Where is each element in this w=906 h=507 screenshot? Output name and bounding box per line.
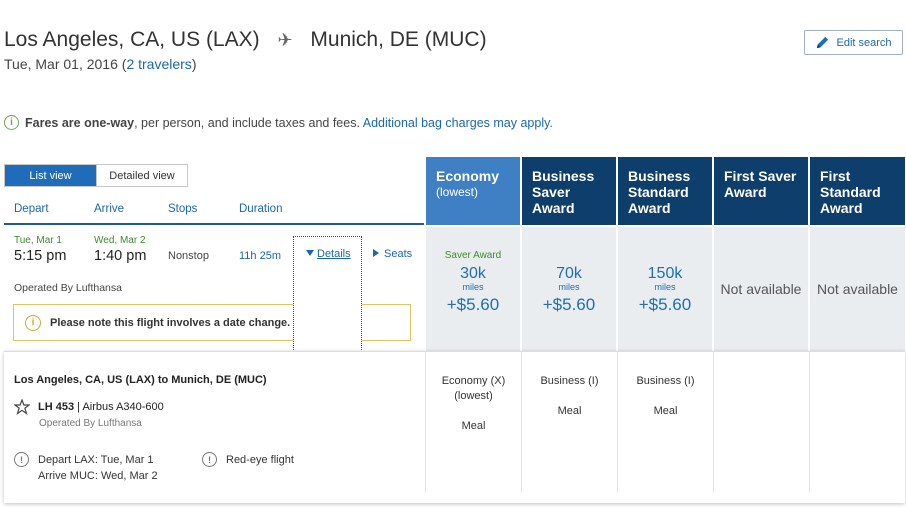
meal-economy: Meal (461, 420, 486, 432)
sort-stops[interactable]: Stops (168, 203, 197, 215)
fare-unit: miles (558, 282, 580, 292)
sort-duration[interactable]: Duration (239, 203, 282, 215)
fare-miles: 70k (556, 265, 582, 282)
cabin-name: Economy (X) (441, 375, 506, 387)
sort-arrive[interactable]: Arrive (94, 203, 124, 215)
view-toggle: List view Detailed view (4, 164, 188, 187)
meal-business-saver: Meal (557, 405, 582, 417)
seats-label: Seats (384, 248, 413, 260)
caret-right-icon (373, 249, 379, 257)
info-icon: i (4, 115, 19, 130)
depart-time: 5:15 pm (14, 248, 67, 264)
alert-icon: ! (202, 452, 217, 467)
fare-info-text: , per person, and include taxes and fees… (134, 115, 360, 130)
fare-cell-business-standard[interactable]: 150k miles +$5.60 (618, 227, 712, 351)
details-route: Los Angeles, CA, US (LAX) to Munich, DE … (14, 374, 267, 386)
alert-icon: ! (14, 452, 29, 467)
arrive-line: Arrive MUC: Wed, Mar 2 (38, 470, 158, 482)
fare-header-title: First Saver Award (724, 168, 797, 200)
fare-miles: 150k (647, 265, 683, 282)
panel-divider (713, 352, 714, 492)
redeye-text: Red-eye flight (226, 454, 294, 466)
panel-divider (809, 352, 810, 492)
airplane-icon: ✈ (277, 30, 293, 50)
redeye-note: ! Red-eye flight (202, 452, 294, 468)
fare-unit: miles (462, 282, 484, 292)
fare-header-title: Business Saver Award (532, 168, 595, 216)
details-label: Details (317, 248, 351, 260)
fare-unit: miles (654, 282, 676, 292)
fare-info-line: i Fares are one-way, per person, and inc… (4, 115, 553, 130)
date-change-text: Please note this flight involves a date … (50, 316, 291, 329)
star-alliance-icon (14, 399, 30, 415)
cabin-business-standard: Business (I) (636, 375, 695, 387)
detailed-view-tab[interactable]: Detailed view (96, 165, 187, 186)
cabin-business-saver: Business (I) (540, 375, 599, 387)
fare-header-business-saver[interactable]: Business Saver Award (522, 157, 616, 225)
header-divider (4, 223, 424, 225)
panel-divider (617, 352, 618, 492)
fare-header-first-saver[interactable]: First Saver Award (714, 157, 808, 225)
meal-business-standard: Meal (653, 405, 678, 417)
fare-header-business-standard[interactable]: Business Standard Award (618, 157, 712, 225)
origin-label: Los Angeles, CA, US (LAX) (4, 28, 260, 51)
stops-value: Nonstop (168, 250, 209, 262)
bag-charges-link[interactable]: Additional bag charges may apply. (363, 116, 553, 130)
fare-info-bold: Fares are one-way (25, 115, 135, 130)
flight-number: LH 453 (38, 401, 75, 413)
fare-tax: +$5.60 (638, 295, 692, 314)
trip-subline: Tue, Mar 01, 2016 (2 travelers) (4, 56, 197, 72)
route-title: Los Angeles, CA, US (LAX) ✈ Munich, DE (… (4, 28, 487, 52)
operated-by: Operated By Lufthansa (14, 282, 122, 294)
fare-miles: 30k (460, 265, 486, 282)
edit-search-label: Edit search (836, 36, 892, 49)
travel-date: Tue, Mar 01, 2016 (4, 56, 118, 72)
fare-tax: +$5.60 (446, 295, 500, 314)
saver-award-label: Saver Award (444, 250, 502, 261)
panel-divider (521, 352, 522, 492)
depart-date: Tue, Mar 1 (14, 235, 62, 246)
seats-toggle[interactable]: Seats (373, 248, 412, 260)
edit-search-button[interactable]: Edit search (804, 30, 903, 55)
fare-cell-business-saver[interactable]: 70k miles +$5.60 (522, 227, 616, 351)
caret-down-icon (306, 250, 314, 256)
fare-cell-first-standard: Not available (810, 227, 905, 351)
pencil-icon (817, 36, 829, 49)
depart-line: Depart LAX: Tue, Mar 1 (38, 454, 154, 466)
arrive-time: 1:40 pm (94, 248, 147, 264)
destination-label: Munich, DE (MUC) (310, 28, 487, 51)
fare-header-first-standard[interactable]: First Standard Award (810, 157, 905, 225)
fare-header-title: Business Standard Award (628, 168, 691, 216)
fare-tax: +$5.60 (542, 295, 596, 314)
aircraft: | Airbus A340-600 (77, 401, 164, 413)
schedule-note: ! Depart LAX: Tue, Mar 1 Arrive MUC: Wed… (14, 452, 158, 484)
list-view-tab[interactable]: List view (5, 165, 96, 186)
fare-cell-economy[interactable]: Saver Award 30k miles +$5.60 (426, 227, 520, 351)
details-toggle[interactable]: Details (306, 248, 351, 260)
fare-header-title: First Standard Award (820, 168, 881, 216)
fare-header-economy[interactable]: Economy (lowest) (426, 157, 520, 225)
cabin-sub: (lowest) (454, 390, 493, 402)
fare-cell-first-saver: Not available (714, 227, 808, 351)
fare-header-title: Economy (436, 168, 500, 184)
fare-header-sub: (lowest) (436, 185, 479, 199)
arrive-date: Wed, Mar 2 (94, 235, 146, 246)
travelers-link[interactable]: 2 travelers (126, 56, 191, 72)
sort-depart[interactable]: Depart (14, 203, 49, 215)
details-operated-by: Operated By Lufthansa (39, 418, 142, 429)
warning-icon: i (25, 314, 41, 331)
details-flight-line: LH 453 | Airbus A340-600 (14, 399, 164, 415)
flight-details-panel: Los Angeles, CA, US (LAX) to Munich, DE … (4, 351, 905, 503)
duration-value: 11h 25m (239, 250, 281, 262)
cabin-economy: Economy (X) (lowest) (426, 374, 521, 404)
